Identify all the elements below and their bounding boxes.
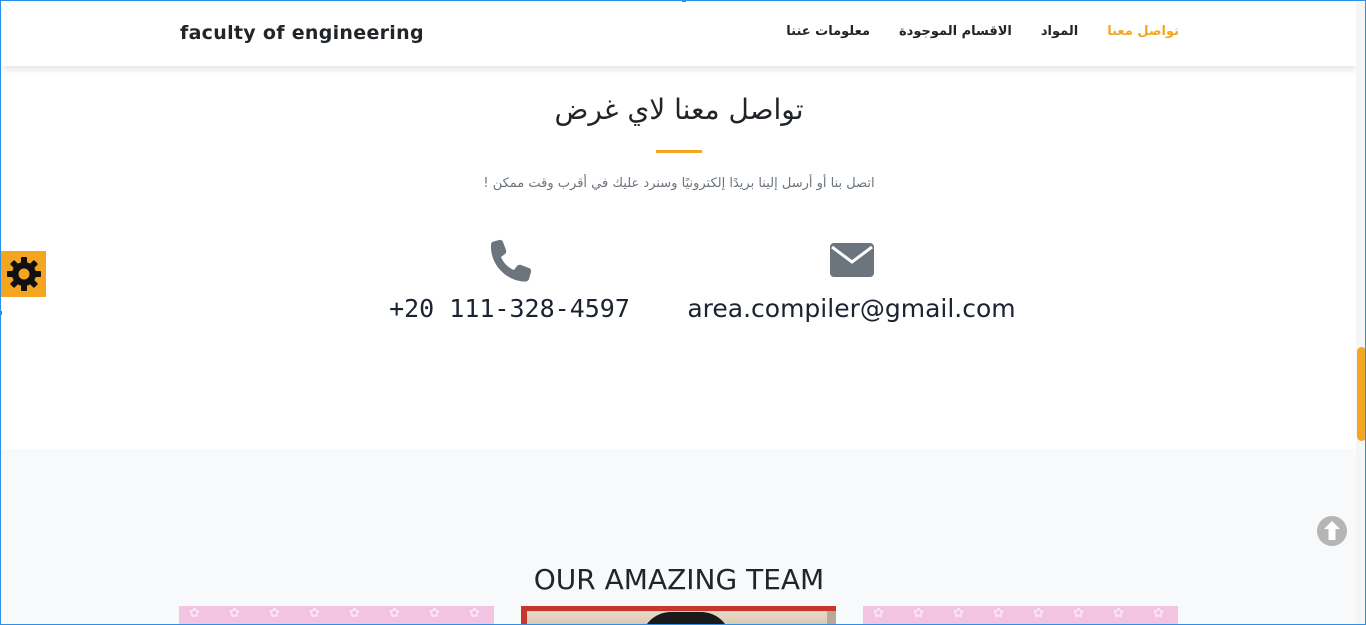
leaf-pattern: ✿ xyxy=(953,606,964,621)
contact-section: تواصل معنا لاي غرض اتصل بنا أو أرسل إلين… xyxy=(2,66,1356,449)
scroll-to-top-button[interactable] xyxy=(1316,515,1348,547)
envelope-icon xyxy=(829,243,874,277)
leaf-pattern: ✿ xyxy=(269,606,280,621)
team-heading: OUR AMAZING TEAM xyxy=(533,563,825,596)
leaf-pattern: ✿ xyxy=(229,606,240,621)
photo-detail xyxy=(827,611,836,624)
leaf-pattern: ✿ xyxy=(309,606,320,621)
photo-detail xyxy=(521,606,836,611)
phone-icon xyxy=(490,239,531,282)
leaf-pattern: ✿ xyxy=(1153,606,1164,621)
phone-number[interactable]: +20 111-328-4597 xyxy=(342,294,677,323)
nav-links: تواصل معنا المواد الاقسام الموجودة معلوم… xyxy=(757,24,1179,39)
team-card-1: ✿ ✿ ✿ ✿ ✿ ✿ ✿ ✿ xyxy=(179,606,494,624)
leaf-pattern: ✿ xyxy=(349,606,360,621)
contact-phone: +20 111-328-4597 xyxy=(342,236,677,323)
arrow-up-circle-icon xyxy=(1317,516,1347,546)
photo-detail xyxy=(521,611,527,624)
contact-email: area.compiler@gmail.com xyxy=(684,236,1019,323)
nav-link-about[interactable]: معلومات عننا xyxy=(786,24,870,39)
leaf-pattern: ✿ xyxy=(469,606,480,621)
leaf-pattern: ✿ xyxy=(389,606,400,621)
scrollbar-track[interactable] xyxy=(1356,2,1365,624)
nav-link-subjects[interactable]: المواد xyxy=(1041,24,1078,39)
leaf-pattern: ✿ xyxy=(993,606,1004,621)
leaf-pattern: ✿ xyxy=(913,606,924,621)
brand-link[interactable]: faculty of engineering xyxy=(180,22,424,44)
settings-button[interactable] xyxy=(1,251,46,297)
heading-divider xyxy=(656,150,702,153)
team-section: OUR AMAZING TEAM ✿ ✿ ✿ ✿ ✿ ✿ ✿ ✿ ✿ ✿ ✿ ✿… xyxy=(2,449,1356,624)
leaf-pattern: ✿ xyxy=(429,606,440,621)
leaf-pattern: ✿ xyxy=(873,606,884,621)
team-card-3: ✿ ✿ ✿ ✿ ✿ ✿ ✿ ✿ xyxy=(863,606,1178,624)
email-address[interactable]: area.compiler@gmail.com xyxy=(684,294,1019,323)
leaf-pattern: ✿ xyxy=(1033,606,1044,621)
leaf-pattern: ✿ xyxy=(1113,606,1124,621)
leaf-pattern: ✿ xyxy=(1073,606,1084,621)
photo-detail xyxy=(641,612,731,624)
nav-link-contact[interactable]: تواصل معنا xyxy=(1107,24,1179,39)
contact-lead-text: اتصل بنا أو أرسل إلينا بريدًا إلكترونيًا… xyxy=(483,176,875,191)
page: faculty of engineering تواصل معنا المواد… xyxy=(0,0,1366,625)
nav-link-departments[interactable]: الاقسام الموجودة xyxy=(899,24,1012,39)
gear-icon xyxy=(6,257,41,291)
team-card-2 xyxy=(521,606,836,624)
scrollbar-thumb[interactable] xyxy=(1357,347,1365,441)
navbar: faculty of engineering تواصل معنا المواد… xyxy=(2,2,1356,66)
leaf-pattern: ✿ xyxy=(189,606,200,621)
contact-heading: تواصل معنا لاي غرض xyxy=(554,93,804,126)
